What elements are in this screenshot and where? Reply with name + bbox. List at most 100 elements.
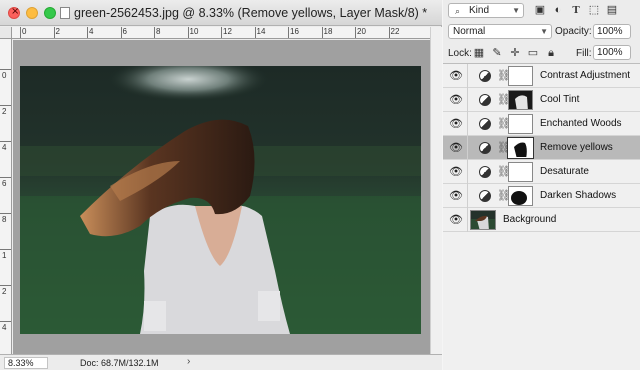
ruler-tick-label: 4 xyxy=(2,143,7,152)
vertical-ruler[interactable]: 0 2 4 6 8 1 2 4 xyxy=(0,39,12,354)
type-filter-icon[interactable]: T xyxy=(569,4,583,16)
adjustment-layer-icon xyxy=(479,70,491,82)
adjustment-layer-icon xyxy=(479,142,491,154)
minimize-button[interactable] xyxy=(26,7,38,19)
visibility-eye-icon[interactable]: 👁︎ xyxy=(449,118,463,130)
adjustment-layer-icon xyxy=(479,94,491,106)
ruler-tick xyxy=(0,141,11,142)
layers-list: 👁︎ ⛓︎ Contrast Adjustment 👁︎ ⛓︎ Cool Tin… xyxy=(443,63,640,370)
ruler-tick xyxy=(0,285,11,286)
layer-mask-thumbnail[interactable] xyxy=(508,90,533,110)
fill-field[interactable]: 100% xyxy=(593,45,631,60)
photo-of-woman-in-field xyxy=(20,66,421,334)
ruler-tick-label: 0 xyxy=(2,71,7,80)
mask-preview xyxy=(509,91,532,109)
ruler-tick xyxy=(53,27,55,38)
visibility-eye-icon[interactable]: 👁︎ xyxy=(449,142,463,154)
layer-row[interactable]: 👁︎ ⛓︎ Darken Shadows xyxy=(443,184,640,208)
visibility-eye-icon[interactable]: 👁︎ xyxy=(449,214,463,226)
image-filter-icon[interactable]: ▣ xyxy=(533,4,547,16)
zoom-field[interactable]: 8.33% xyxy=(4,357,48,369)
layer-name: Contrast Adjustment xyxy=(540,70,631,81)
layer-row[interactable]: 👁︎ ⛓︎ Cool Tint xyxy=(443,88,640,112)
visibility-eye-icon[interactable]: 👁︎ xyxy=(449,166,463,178)
ruler-tick-label: 8 xyxy=(2,215,7,224)
smart-object-filter-icon[interactable]: ▤ xyxy=(605,4,619,16)
maximize-button[interactable] xyxy=(44,7,56,19)
layer-name: Remove yellows xyxy=(540,142,613,153)
opacity-value: 100% xyxy=(597,26,623,37)
ruler-origin[interactable] xyxy=(0,27,12,39)
fill-label: Fill: xyxy=(576,48,592,59)
background-thumbnail-image xyxy=(471,211,495,229)
filter-kind-select[interactable]: ⌕ Kind ▼ xyxy=(448,3,524,18)
layer-row-selected[interactable]: 👁︎ ⛓︎ Remove yellows xyxy=(443,136,640,160)
lock-all-icon[interactable]: 🔒︎ xyxy=(545,47,557,59)
ruler-tick xyxy=(0,105,11,106)
lock-label: Lock: xyxy=(448,48,472,59)
search-icon: ⌕ xyxy=(455,6,461,16)
ruler-tick xyxy=(120,27,122,38)
layer-name: Cool Tint xyxy=(540,94,580,105)
adjustment-filter-icon[interactable]: ◐ xyxy=(551,4,565,16)
document-title: green-2562453.jpg @ 8.33% (Remove yellow… xyxy=(74,6,428,20)
layer-thumbnail[interactable] xyxy=(470,210,496,230)
divider xyxy=(467,160,468,184)
filter-kind-label: Kind xyxy=(469,5,490,16)
title-bar[interactable]: × green-2562453.jpg @ 8.33% (Remove yell… xyxy=(0,0,442,26)
ruler-tick xyxy=(221,27,222,38)
ruler-tick-label: 16 xyxy=(290,27,299,36)
ruler-tick-label: 22 xyxy=(390,27,400,36)
document-window: × green-2562453.jpg @ 8.33% (Remove yell… xyxy=(0,0,442,370)
lock-transparent-icon[interactable]: ▦ xyxy=(473,47,485,59)
ruler-tick xyxy=(0,69,11,70)
layer-mask-thumbnail[interactable] xyxy=(508,186,533,206)
ruler-tick xyxy=(187,27,189,38)
layer-mask-thumbnail[interactable] xyxy=(508,114,533,134)
lock-position-icon[interactable]: ✛ xyxy=(509,47,521,59)
ruler-tick xyxy=(388,27,390,38)
ruler-tick xyxy=(321,27,323,38)
layer-row[interactable]: 👁︎ Background xyxy=(443,208,640,232)
visibility-eye-icon[interactable]: 👁︎ xyxy=(449,190,463,202)
ruler-tick-label: 0 xyxy=(22,27,27,36)
layer-mask-thumbnail[interactable] xyxy=(507,137,534,159)
close-button[interactable]: × xyxy=(8,6,20,19)
blend-mode-value: Normal xyxy=(453,26,486,37)
divider xyxy=(467,136,468,160)
opacity-field[interactable]: 100% xyxy=(593,24,631,39)
layer-row[interactable]: 👁︎ ⛓︎ Contrast Adjustment xyxy=(443,64,640,88)
ruler-tick xyxy=(0,249,11,250)
chevron-down-icon: ▼ xyxy=(512,6,520,15)
document-image[interactable] xyxy=(20,66,421,334)
ruler-tick xyxy=(355,27,356,38)
opacity-label: Opacity: xyxy=(555,26,592,37)
visibility-eye-icon[interactable]: 👁︎ xyxy=(449,94,463,106)
horizontal-ruler[interactable]: 0 2 4 6 8 10 12 14 16 18 20 22 xyxy=(12,27,430,39)
ruler-tick-label: 4 xyxy=(89,27,94,36)
ruler-tick-label: 1 xyxy=(2,251,7,260)
layer-row[interactable]: 👁︎ ⛓︎ Desaturate xyxy=(443,160,640,184)
status-menu-arrow-icon[interactable]: › xyxy=(187,356,190,367)
ruler-tick xyxy=(0,321,11,322)
ruler-tick-label: 6 xyxy=(2,179,7,188)
layer-mask-thumbnail[interactable] xyxy=(508,66,533,86)
ruler-tick-label: 14 xyxy=(256,27,266,36)
ruler-tick-label: 8 xyxy=(156,27,161,36)
mask-preview xyxy=(509,139,532,157)
layer-row[interactable]: 👁︎ ⛓︎ Enchanted Woods xyxy=(443,112,640,136)
ruler-tick xyxy=(20,27,21,38)
layer-mask-thumbnail[interactable] xyxy=(508,162,533,182)
status-bar: 8.33% Doc: 68.7M/132.1M › xyxy=(0,354,442,370)
ruler-tick-label: 6 xyxy=(122,27,127,36)
blend-mode-select[interactable]: Normal ▼ xyxy=(448,24,552,39)
ruler-tick-label: 2 xyxy=(55,27,60,36)
lock-artboard-icon[interactable]: ▭ xyxy=(527,47,539,59)
visibility-eye-icon[interactable]: 👁︎ xyxy=(449,70,463,82)
shape-filter-icon[interactable]: ⬚ xyxy=(587,4,601,16)
divider xyxy=(467,88,468,112)
lock-image-icon[interactable]: ✎ xyxy=(491,47,503,59)
ruler-tick xyxy=(0,177,11,178)
adjustment-layer-icon xyxy=(479,118,491,130)
vertical-scrollbar[interactable] xyxy=(430,27,442,354)
